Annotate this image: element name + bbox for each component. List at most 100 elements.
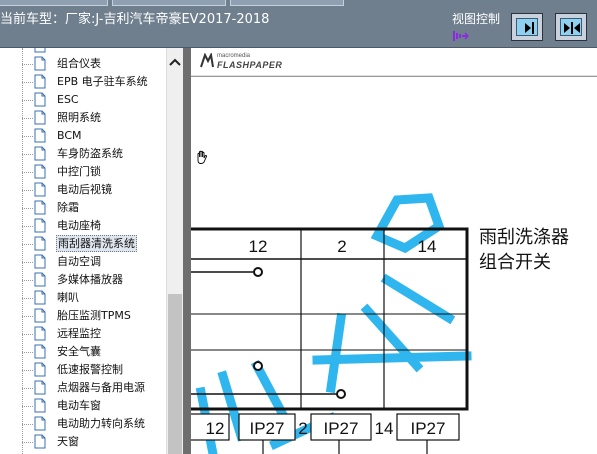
tree-branch-line [22,370,33,371]
tree-item-label: 组合仪表 [57,57,101,70]
document-icon [34,290,46,305]
header-tab-strip [0,0,597,6]
tree-item[interactable]: 天窗 [22,433,166,451]
tree-branch-line [22,136,33,137]
document-icon [34,56,46,71]
header-tab[interactable] [230,0,344,6]
tree-branch-line [22,100,33,101]
connector-id: IP27 [250,419,285,438]
tree-item-label: ESC [57,93,79,106]
tree-item-label: 照明系统 [57,111,101,124]
connector-pin: 14 [375,419,394,438]
tree-item[interactable]: BCM [22,127,166,145]
document-icon [34,434,46,449]
tree-item-label: BCM [57,129,82,142]
system-tree: 组合仪表 EPB 电子驻车系统 ESC 照明系统 BCM 车身防盗系统 中控门锁电动后视镜除… [0,48,166,454]
tree-branch-line [22,352,33,353]
tree-item-label: 安全气囊 [57,345,101,358]
arrow-right-bar-icon [525,22,534,34]
tree-item-label: 电动后视镜 [57,183,112,196]
tree-branch-line [22,406,33,407]
tree-item-label: 除霜 [57,201,79,214]
tree-branch-line [22,64,33,65]
document-icon [34,344,46,359]
tree-branch-line [22,190,33,191]
tree-item[interactable]: 低速报警控制 [22,361,166,379]
tree-item[interactable]: 除霜 [22,199,166,217]
document-icon [34,48,46,53]
tree-item[interactable]: 电动后视镜 [22,181,166,199]
top-header: 当前车型：厂家:J-吉利汽车帝豪EV2017-2018 视图控制 [0,0,597,48]
split-view-button[interactable] [555,13,587,41]
tree-item[interactable]: 多媒体播放器 [22,271,166,289]
tree-item[interactable]: 中控门锁 [22,163,166,181]
tree-branch-line [22,262,33,263]
tree-branch-line [22,424,33,425]
tree-scrollbar[interactable] [166,48,183,454]
expand-right-button[interactable] [511,13,543,41]
document-icon [34,74,46,89]
connector-pin: 2 [298,419,307,438]
panel-divider[interactable] [183,48,191,454]
tree-item-label: 电动座椅 [57,219,101,232]
tree-item[interactable]: ESC [22,91,166,109]
document-icon [34,272,46,287]
connector-pin: 12 [206,419,225,438]
tree-item[interactable]: EPB 电子驻车系统 [22,73,166,91]
document-icon [34,164,46,179]
pin-header: 14 [418,237,437,256]
tree-branch-line [22,208,33,209]
tree-branch-line [22,82,33,83]
tree-item-label: 车身防盗系统 [57,147,123,160]
tree-item[interactable]: 照明系统 [22,109,166,127]
tree-item-label: 点烟器与备用电源 [57,381,145,394]
tree-item[interactable]: 点烟器与备用电源 [22,379,166,397]
tree-item[interactable]: 电动车窗 [22,397,166,415]
header-tab[interactable] [112,0,226,6]
tree-item-label: 雨刮器清洗系统 [56,235,137,252]
tree-branch-line [22,226,33,227]
tree-item[interactable]: 组合仪表 [22,55,166,73]
document-icon [34,218,46,233]
document-icon [34,236,46,251]
tree-item-label: 天窗 [57,435,79,448]
connector-id: IP27 [411,419,446,438]
tree-item[interactable]: 电动座椅 [22,217,166,235]
tree-branch-line [22,442,33,443]
document-icon [34,362,46,377]
document-viewer[interactable]: macromedia FLASHPAPER 12 2 14 雨刮洗涤器 组合开关… [191,48,597,454]
tree-item-label: 喇叭 [57,291,79,304]
tree-item[interactable]: 胎压监测TPMS [22,307,166,325]
scroll-up-arrow-icon[interactable] [167,54,183,70]
document-icon [34,326,46,341]
connector-id: IP27 [324,419,359,438]
pin-header: 2 [337,237,346,256]
tree-branch-line [22,244,33,245]
document-icon [34,200,46,215]
signal-icon [453,31,469,41]
component-title-line2: 组合开关 [479,252,551,273]
tree-item[interactable]: 车身防盗系统 [22,145,166,163]
tree-item[interactable]: 雨刮器清洗系统 [22,235,166,253]
document-icon [34,110,46,125]
tree-item[interactable]: 自动空调 [22,253,166,271]
tree-branch-line [22,316,33,317]
tree-item-label: 低速报警控制 [57,363,123,376]
header-tab[interactable] [0,0,108,6]
tree-item-label: 中控门锁 [57,165,101,178]
document-icon [34,398,46,413]
tree-branch-line [22,154,33,155]
tree-branch-line [22,280,33,281]
document-icon [34,416,46,431]
scroll-thumb[interactable] [168,294,182,454]
view-control-label: 视图控制 [452,12,501,26]
tree-item-label: 电动车窗 [57,399,101,412]
tree-item[interactable]: 远程监控 [22,325,166,343]
tree-branch-line [22,388,33,389]
document-icon [34,146,46,161]
tree-item-label: 电动助力转向系统 [57,417,145,430]
tree-item[interactable]: 安全气囊 [22,343,166,361]
pin-header: 12 [249,237,268,256]
tree-item[interactable]: 电动助力转向系统 [22,415,166,433]
tree-item[interactable]: 喇叭 [22,289,166,307]
